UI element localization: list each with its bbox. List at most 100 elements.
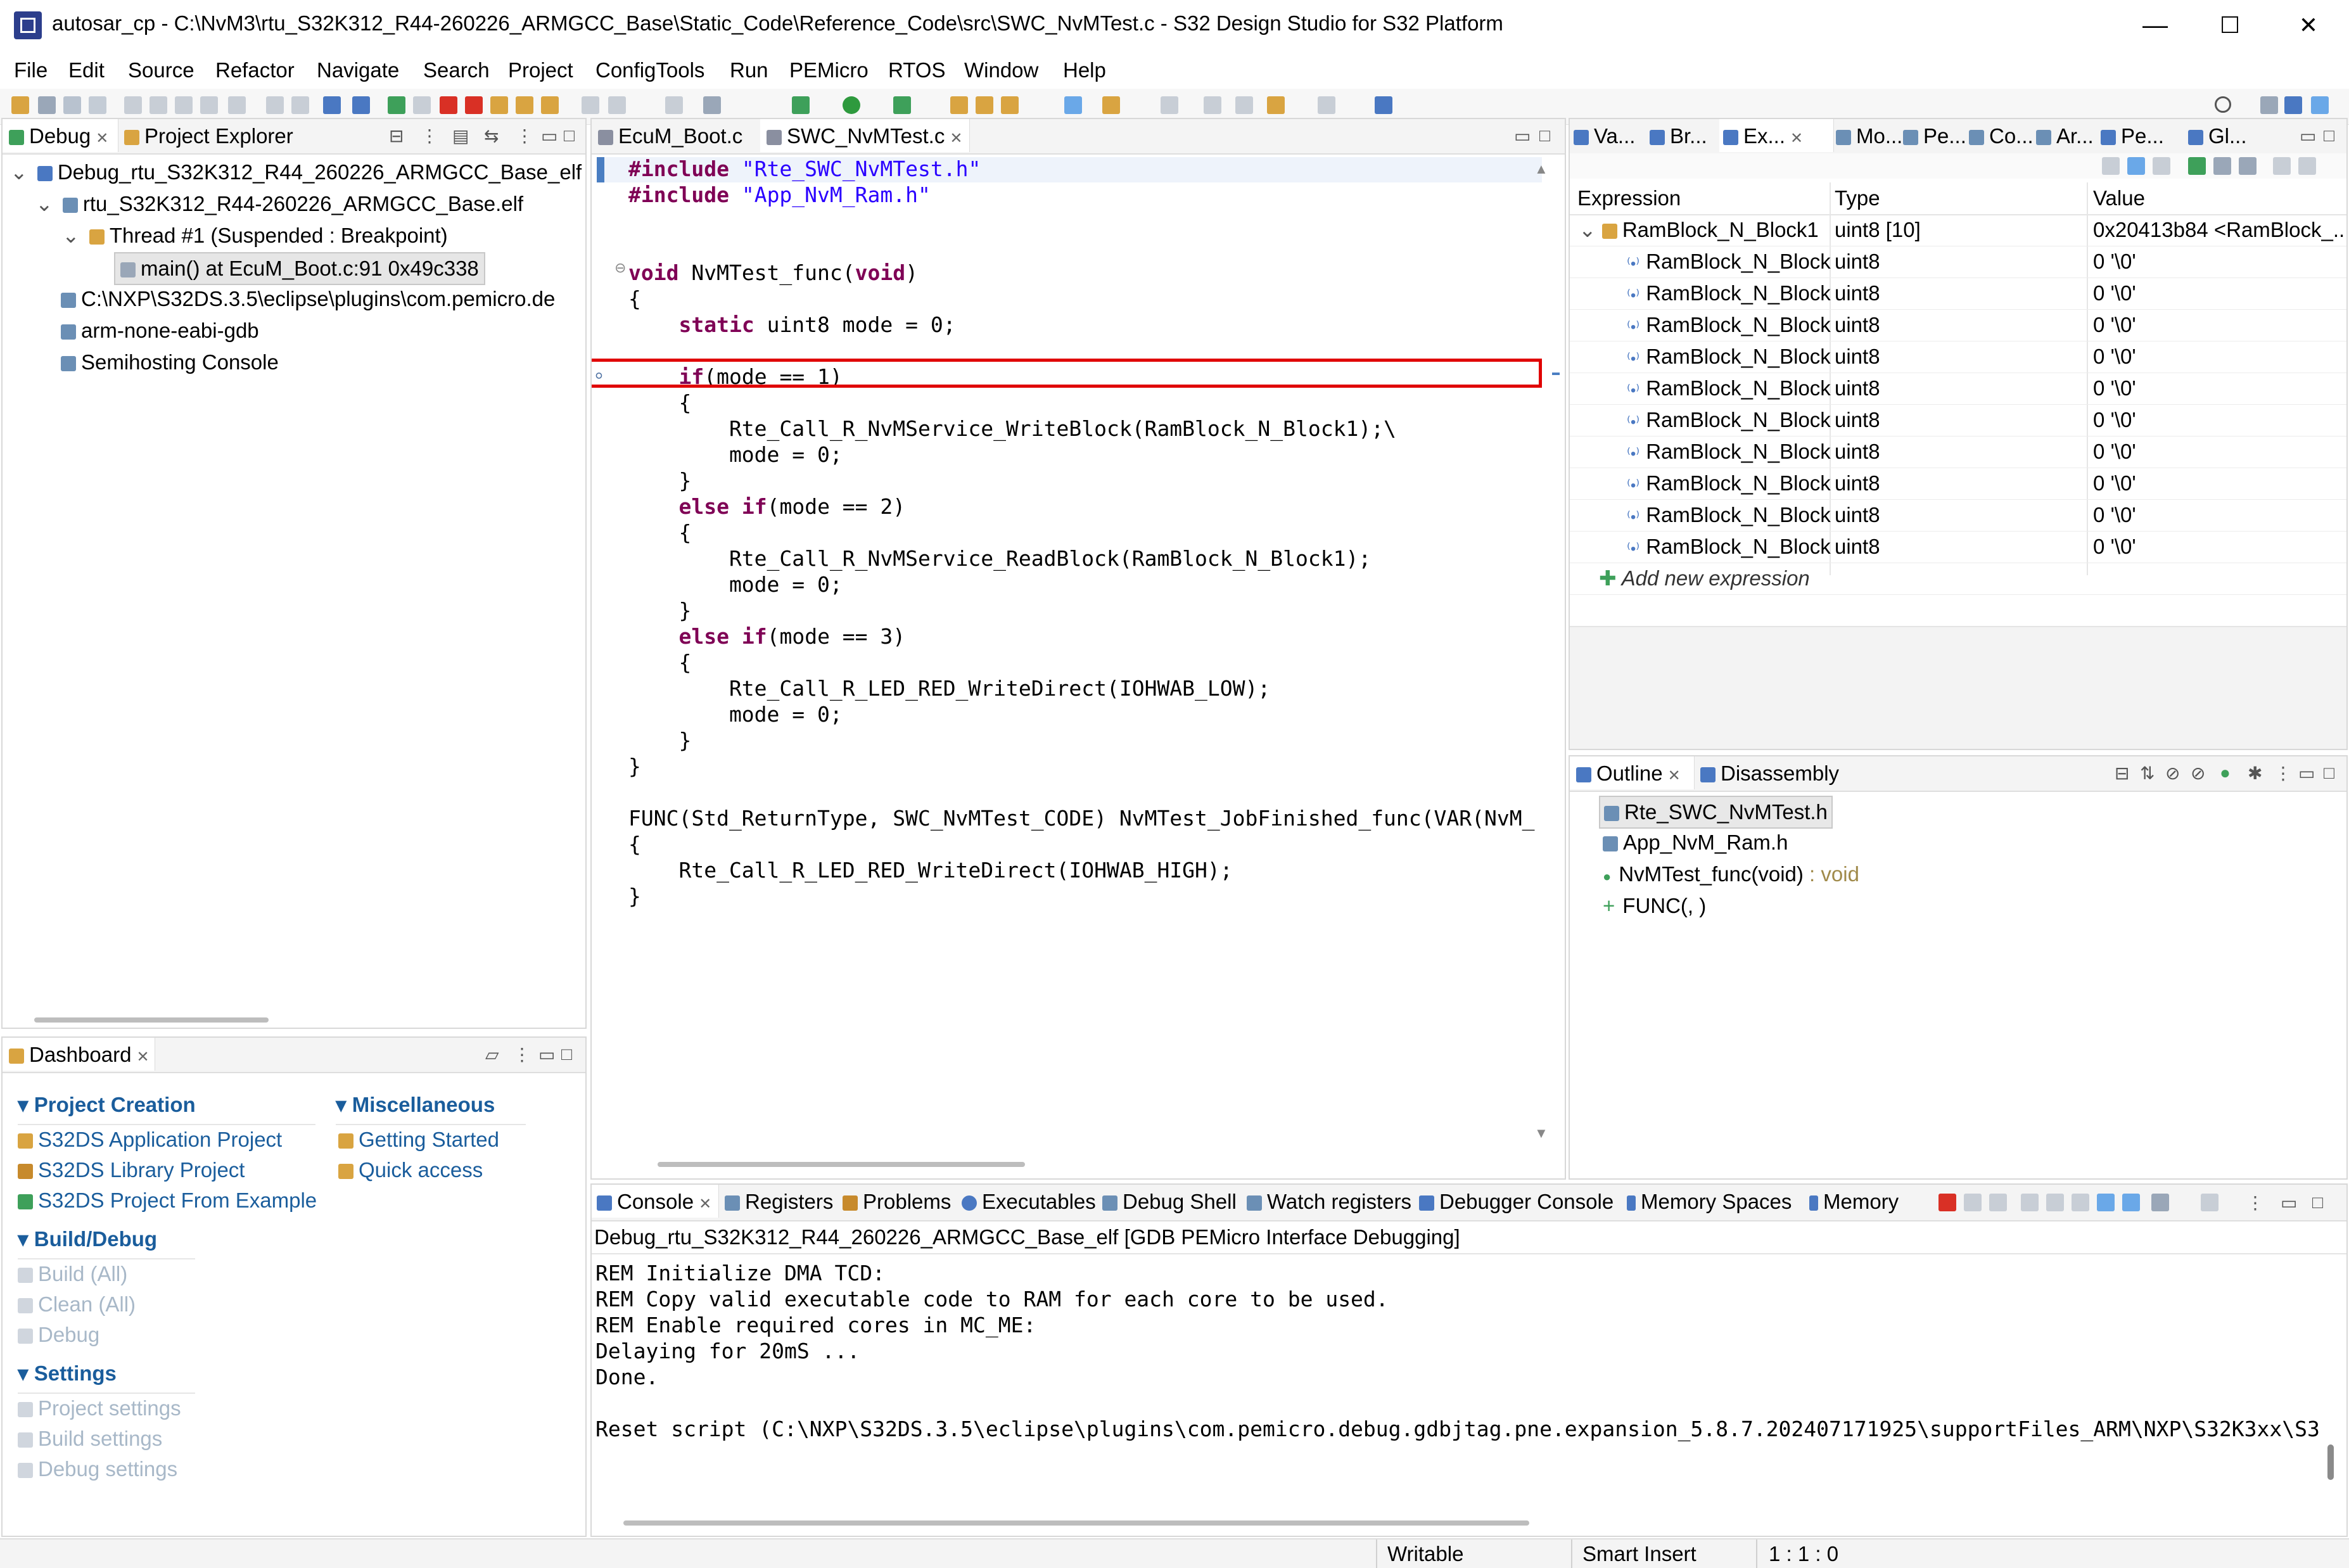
- scroll-down-icon[interactable]: ▼: [1534, 1125, 1548, 1142]
- select-icon[interactable]: [2127, 157, 2145, 175]
- link-quick-access[interactable]: Quick access: [338, 1158, 483, 1182]
- remove-all-icon[interactable]: [2239, 157, 2257, 175]
- tree-stack-frame[interactable]: main() at EcuM_Boot.c:91 0x49c338: [114, 252, 485, 285]
- code-line[interactable]: static uint8 mode = 0;: [628, 312, 955, 338]
- add-expression-row[interactable]: ✚ Add new expression: [1570, 563, 2346, 595]
- tab-debug[interactable]: Debug ✕: [3, 119, 118, 152]
- horizontal-scrollbar[interactable]: [623, 1520, 1529, 1526]
- link-project-settings[interactable]: Project settings: [18, 1396, 181, 1420]
- close-icon[interactable]: ✕: [136, 1049, 149, 1066]
- menu-search[interactable]: Search: [423, 56, 490, 85]
- column-expression[interactable]: Expression: [1577, 182, 1681, 214]
- code-line[interactable]: {: [628, 519, 691, 545]
- minimize-button[interactable]: —: [2136, 8, 2174, 43]
- chevron-down-icon[interactable]: ⌄: [62, 224, 80, 247]
- open-type-icon[interactable]: [976, 96, 993, 114]
- horizontal-scrollbar[interactable]: [34, 1017, 269, 1023]
- maximize-view-icon[interactable]: □: [2324, 125, 2334, 146]
- tab-breakpoints[interactable]: Br...: [1650, 119, 1707, 152]
- close-icon[interactable]: ✕: [950, 130, 962, 147]
- code-line[interactable]: mode = 0;: [628, 442, 843, 468]
- outline-item[interactable]: ● NvMTest_func(void) : void: [1603, 859, 1859, 892]
- collapse-icon[interactable]: [2102, 157, 2120, 175]
- build-all-icon[interactable]: [150, 96, 167, 114]
- outline-item[interactable]: + FUNC(, ): [1603, 891, 1706, 921]
- expression-value[interactable]: 0x20413b84 <RamBlock_...: [2093, 214, 2346, 246]
- tab-pe[interactable]: Pe...: [2101, 119, 2164, 152]
- link-project-from-example[interactable]: S32DS Project From Example: [18, 1189, 317, 1213]
- tab-ecum-boot[interactable]: EcuM_Boot.c: [592, 119, 759, 152]
- maximize-view-icon[interactable]: □: [2324, 763, 2334, 783]
- tab-variables[interactable]: Va...: [1574, 119, 1635, 152]
- word-wrap-icon[interactable]: [2072, 1194, 2089, 1211]
- expression-details-pane[interactable]: [1570, 626, 2346, 749]
- maximize-button[interactable]: ☐: [2211, 8, 2249, 43]
- hide-static-icon[interactable]: ⊘: [2191, 763, 2205, 784]
- save-all-icon[interactable]: [63, 96, 81, 114]
- terminate-icon[interactable]: [1938, 1194, 1956, 1211]
- collapse-all-icon[interactable]: ⊟: [2115, 763, 2129, 784]
- minimize-view-icon[interactable]: ▭: [541, 125, 557, 146]
- code-area[interactable]: #include "Rte_SWC_NvMTest.h" #include "Ap…: [628, 156, 1541, 1144]
- expression-child-row[interactable]: ⁽•⁾ RamBlock_N_Block uint8 0 '\0': [1570, 531, 2346, 563]
- step-return-icon[interactable]: [541, 96, 559, 114]
- add-expression[interactable]: ✚ Add new expression: [1599, 563, 1810, 594]
- back-icon[interactable]: [1267, 96, 1285, 114]
- tab-debugger-console[interactable]: Debugger Console: [1419, 1185, 1614, 1218]
- expression-value[interactable]: 0 '\0': [2093, 499, 2136, 531]
- code-line[interactable]: {: [628, 286, 641, 312]
- debug-perspective-icon[interactable]: [2311, 96, 2329, 114]
- minimize-view-icon[interactable]: ▭: [538, 1044, 555, 1065]
- pin-icon[interactable]: ▱: [485, 1044, 499, 1065]
- menu-file[interactable]: File: [14, 56, 48, 85]
- debug-bug-icon[interactable]: [792, 96, 810, 114]
- maximize-view-icon[interactable]: □: [2312, 1192, 2323, 1213]
- view-menu-icon[interactable]: ⋮: [2274, 763, 2292, 784]
- tree-gdb-server[interactable]: C:\NXP\S32DS.3.5\eclipse\plugins\com.pem…: [61, 284, 555, 314]
- fold-icon[interactable]: ⊖: [614, 260, 626, 276]
- tab-outline[interactable]: Outline ✕: [1570, 756, 1695, 789]
- undo-icon[interactable]: [266, 96, 284, 114]
- highlight-icon[interactable]: [1064, 96, 1082, 114]
- menu-project[interactable]: Project: [508, 56, 573, 85]
- expression-parent-row[interactable]: ⌄ RamBlock_N_Block1 uint8 [10] 0x20413b8…: [1570, 214, 2346, 246]
- tree-elf[interactable]: ⌄ rtu_S32K312_R44-260226_ARMGCC_Base.elf: [35, 189, 523, 219]
- code-line[interactable]: #include "Rte_SWC_NvMTest.h": [628, 156, 981, 182]
- expression-child-row[interactable]: ⁽•⁾ RamBlock_N_Block uint8 0 '\0': [1570, 341, 2346, 373]
- terminate-icon[interactable]: [440, 96, 457, 114]
- remove-all-launches-icon[interactable]: [1989, 1194, 2007, 1211]
- show-stderr-icon[interactable]: [2122, 1194, 2140, 1211]
- clean-icon[interactable]: [175, 96, 193, 114]
- menu-navigate[interactable]: Navigate: [317, 56, 399, 85]
- view-menu-icon[interactable]: ⋮: [421, 125, 438, 146]
- tab-dashboard[interactable]: Dashboard ✕: [3, 1038, 155, 1071]
- refresh-icon[interactable]: [228, 96, 246, 114]
- outline-item[interactable]: App_NvM_Ram.h: [1603, 827, 1788, 858]
- close-icon[interactable]: ✕: [1668, 767, 1681, 784]
- add-icon[interactable]: [2188, 157, 2206, 175]
- expression-child-row[interactable]: ⁽•⁾ RamBlock_N_Block uint8 0 '\0': [1570, 246, 2346, 278]
- menu-pemicro[interactable]: PEMicro: [789, 56, 869, 85]
- code-line[interactable]: }: [628, 468, 691, 494]
- code-line[interactable]: void NvMTest_func(void): [628, 260, 918, 286]
- tree-gdb[interactable]: arm-none-eabi-gdb: [61, 316, 259, 346]
- tab-project-explorer[interactable]: Project Explorer: [124, 119, 314, 152]
- tab-cores[interactable]: Co...: [1969, 119, 2034, 152]
- chevron-down-icon[interactable]: ⌄: [35, 192, 53, 215]
- link-application-project[interactable]: S32DS Application Project: [18, 1128, 282, 1152]
- pin-editor-icon[interactable]: [1161, 96, 1178, 114]
- step-into-icon[interactable]: [490, 96, 508, 114]
- close-icon[interactable]: ✕: [699, 1195, 711, 1213]
- collapse-all-icon[interactable]: ⊟: [389, 125, 404, 146]
- clear-console-icon[interactable]: [2021, 1194, 2039, 1211]
- expression-value[interactable]: 0 '\0': [2093, 531, 2136, 563]
- link-debug[interactable]: Debug: [18, 1323, 99, 1347]
- scroll-lock-icon[interactable]: [2046, 1194, 2064, 1211]
- terminal-icon[interactable]: [665, 96, 683, 114]
- expression-child-row[interactable]: ⁽•⁾ RamBlock_N_Block uint8 0 '\0': [1570, 499, 2346, 532]
- section-build-debug[interactable]: ▾ Build/Debug: [18, 1227, 157, 1251]
- suspend-icon[interactable]: [413, 96, 431, 114]
- debug-config-icon[interactable]: [200, 96, 218, 114]
- view-menu-icon[interactable]: ⋮: [2246, 1192, 2264, 1213]
- sort-icon[interactable]: ⇅: [2140, 763, 2155, 784]
